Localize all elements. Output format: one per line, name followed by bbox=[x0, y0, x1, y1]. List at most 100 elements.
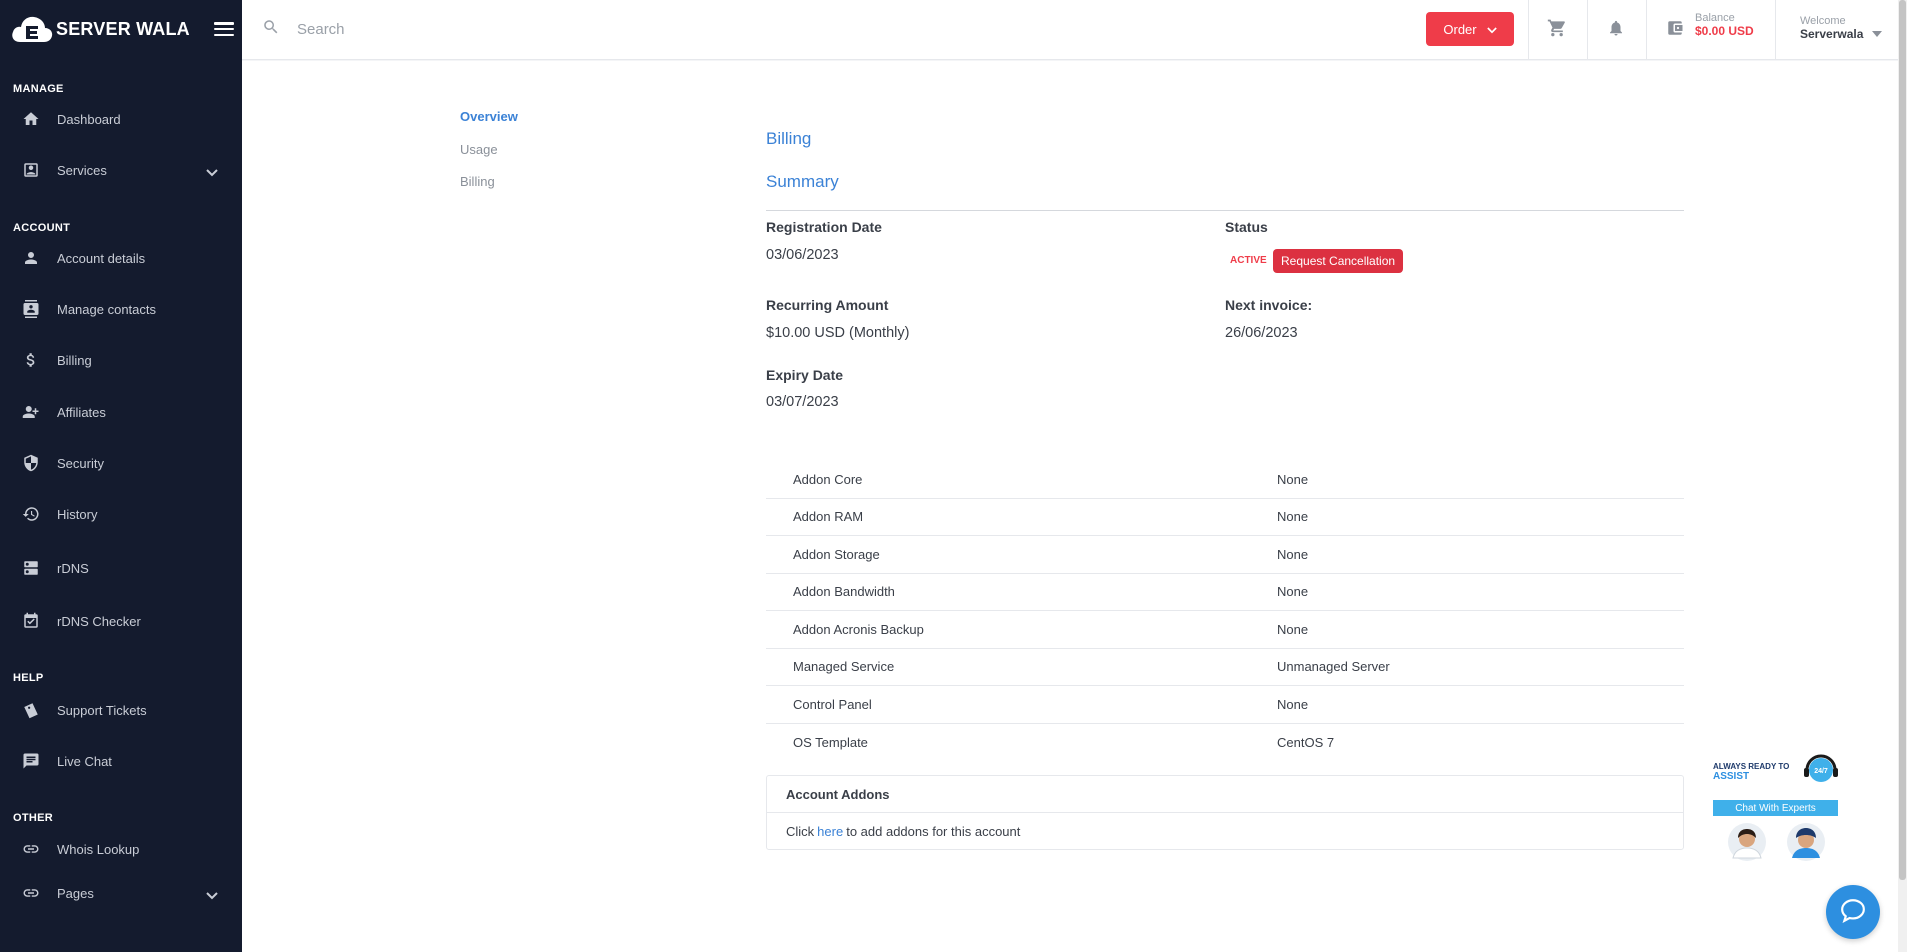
addon-name: Addon Core bbox=[793, 471, 863, 487]
sidebar-item-label: Dashboard bbox=[57, 111, 121, 127]
sidebar-item-label: Affiliates bbox=[57, 404, 106, 420]
username: Serverwala bbox=[1800, 27, 1864, 41]
sidebar-item-account-details[interactable]: Account details bbox=[0, 238, 242, 278]
wallet-icon bbox=[1665, 19, 1685, 42]
sidebar: SERVER WALA MANAGE Dashboard Services AC… bbox=[0, 0, 242, 952]
divider bbox=[1587, 0, 1588, 60]
next-invoice-label: Next invoice: bbox=[1225, 297, 1313, 313]
chat-with-experts-label: Chat With Experts bbox=[1713, 800, 1838, 816]
sidebar-item-support-tickets[interactable]: Support Tickets bbox=[0, 690, 242, 730]
divider bbox=[1646, 0, 1647, 60]
link-icon bbox=[20, 838, 42, 860]
sidebar-item-label: Security bbox=[57, 455, 104, 471]
sidebar-item-manage-contacts[interactable]: Manage contacts bbox=[0, 289, 242, 329]
summary-heading: Summary bbox=[766, 172, 839, 191]
server-icon bbox=[20, 557, 42, 579]
user-menu[interactable]: Welcome Serverwala bbox=[1800, 15, 1863, 41]
page-scrollbar[interactable] bbox=[1898, 0, 1907, 952]
recurring-amount-label: Recurring Amount bbox=[766, 297, 889, 313]
sidebar-item-label: Whois Lookup bbox=[57, 841, 140, 857]
sidebar-item-security[interactable]: Security bbox=[0, 443, 242, 483]
tab-overview[interactable]: Overview bbox=[460, 109, 518, 124]
sidebar-item-affiliates[interactable]: Affiliates bbox=[0, 392, 242, 432]
live-chat-launcher[interactable] bbox=[1826, 885, 1880, 939]
next-invoice-value: 26/06/2023 bbox=[1225, 325, 1298, 341]
tab-billing[interactable]: Billing bbox=[460, 174, 495, 189]
sidebar-item-rdns-checker[interactable]: rDNS Checker bbox=[0, 601, 242, 641]
order-button[interactable]: Order bbox=[1426, 12, 1514, 46]
assist-badge: 24/7 bbox=[1814, 768, 1828, 775]
sidebar-item-label: rDNS Checker bbox=[57, 613, 141, 629]
cloud-logo-icon bbox=[10, 13, 54, 45]
contacts-icon bbox=[20, 298, 42, 320]
expiry-date-label: Expiry Date bbox=[766, 367, 844, 383]
status-badge: ACTIVE bbox=[1230, 255, 1267, 266]
account-addons-text: to add addons for this account bbox=[846, 824, 1021, 839]
sidebar-item-billing[interactable]: Billing bbox=[0, 340, 242, 380]
cart-icon[interactable] bbox=[1547, 18, 1567, 43]
sidebar-item-dashboard[interactable]: Dashboard bbox=[0, 99, 242, 139]
table-row: Addon Storage None bbox=[766, 536, 1684, 574]
headset-icon: 24/7 bbox=[1801, 750, 1841, 790]
sidebar-item-whois-lookup[interactable]: Whois Lookup bbox=[0, 829, 242, 869]
scrollbar-thumb[interactable] bbox=[1899, 0, 1906, 880]
addon-name: Addon Storage bbox=[793, 546, 880, 562]
bell-icon[interactable] bbox=[1607, 18, 1625, 43]
chat-with-experts-widget[interactable]: ALWAYS READY TO ASSIST 24/7 Chat With Ex… bbox=[1713, 748, 1843, 863]
addon-name: OS Template bbox=[793, 734, 868, 750]
table-row: Addon Bandwidth None bbox=[766, 574, 1684, 611]
hamburger-menu-icon[interactable] bbox=[213, 22, 234, 36]
assist-tagline-highlight: ASSIST bbox=[1713, 771, 1750, 782]
balance-widget[interactable]: Balance $0.00 USD bbox=[1665, 12, 1754, 42]
sidebar-item-rdns[interactable]: rDNS bbox=[0, 548, 242, 588]
chevron-down-icon bbox=[206, 164, 218, 182]
search-icon bbox=[262, 18, 280, 41]
sidebar-item-label: rDNS bbox=[57, 560, 89, 576]
caret-down-icon[interactable] bbox=[1872, 24, 1882, 42]
balance-value: $0.00 USD bbox=[1695, 24, 1754, 38]
assist-tagline: ALWAYS READY TO bbox=[1713, 762, 1790, 771]
addon-value: None bbox=[1277, 546, 1309, 562]
search-input[interactable] bbox=[297, 16, 797, 42]
topbar: Order Balance $0.00 USD Welcome Serverwa… bbox=[242, 0, 1907, 60]
recurring-amount-value: $10.00 USD (Monthly) bbox=[766, 325, 910, 341]
addon-name: Addon Bandwidth bbox=[793, 584, 895, 600]
request-cancellation-button[interactable]: Request Cancellation bbox=[1273, 249, 1404, 273]
sidebar-item-label: Pages bbox=[57, 885, 94, 901]
addon-value: CentOS 7 bbox=[1277, 734, 1335, 750]
sidebar-item-pages[interactable]: Pages bbox=[0, 873, 242, 913]
brand-name: SERVER WALA bbox=[56, 18, 190, 39]
divider bbox=[1528, 0, 1529, 60]
sidebar-item-services[interactable]: Services bbox=[0, 150, 242, 190]
table-row: Addon Acronis Backup None bbox=[766, 611, 1684, 649]
account-addons-text: Click bbox=[786, 824, 815, 839]
account-addons-heading: Account Addons bbox=[767, 776, 1683, 813]
sidebar-item-label: History bbox=[57, 506, 98, 522]
billing-heading: Billing bbox=[766, 129, 812, 148]
addon-name: Addon RAM bbox=[793, 509, 864, 525]
section-title-help: HELP bbox=[13, 672, 44, 684]
account-addons-body: Click here to add addons for this accoun… bbox=[767, 813, 1683, 850]
sidebar-item-label: Account details bbox=[57, 250, 146, 266]
table-row: OS Template CentOS 7 bbox=[766, 724, 1684, 762]
divider bbox=[1775, 0, 1776, 60]
shield-icon bbox=[20, 452, 42, 474]
registration-date-value: 03/06/2023 bbox=[766, 247, 839, 263]
sidebar-item-label: Services bbox=[57, 162, 107, 178]
table-row: Addon RAM None bbox=[766, 499, 1684, 536]
agent-avatar-icon bbox=[1786, 822, 1826, 867]
history-icon bbox=[20, 503, 42, 525]
add-addons-link[interactable]: here bbox=[817, 824, 843, 839]
account-addons-panel: Account Addons Click here to add addons … bbox=[766, 775, 1684, 850]
dollar-icon bbox=[20, 349, 42, 371]
sidebar-item-history[interactable]: History bbox=[0, 494, 242, 534]
tab-usage[interactable]: Usage bbox=[460, 142, 498, 157]
sidebar-item-live-chat[interactable]: Live Chat bbox=[0, 741, 242, 781]
addon-name: Managed Service bbox=[793, 659, 895, 675]
section-title-manage: MANAGE bbox=[13, 83, 64, 95]
addon-value: None bbox=[1277, 471, 1309, 487]
addons-table: Addon Core None Addon RAM None Addon Stora… bbox=[766, 461, 1684, 761]
addon-value: None bbox=[1277, 509, 1309, 525]
home-icon bbox=[20, 108, 42, 130]
chevron-down-icon bbox=[206, 887, 218, 905]
